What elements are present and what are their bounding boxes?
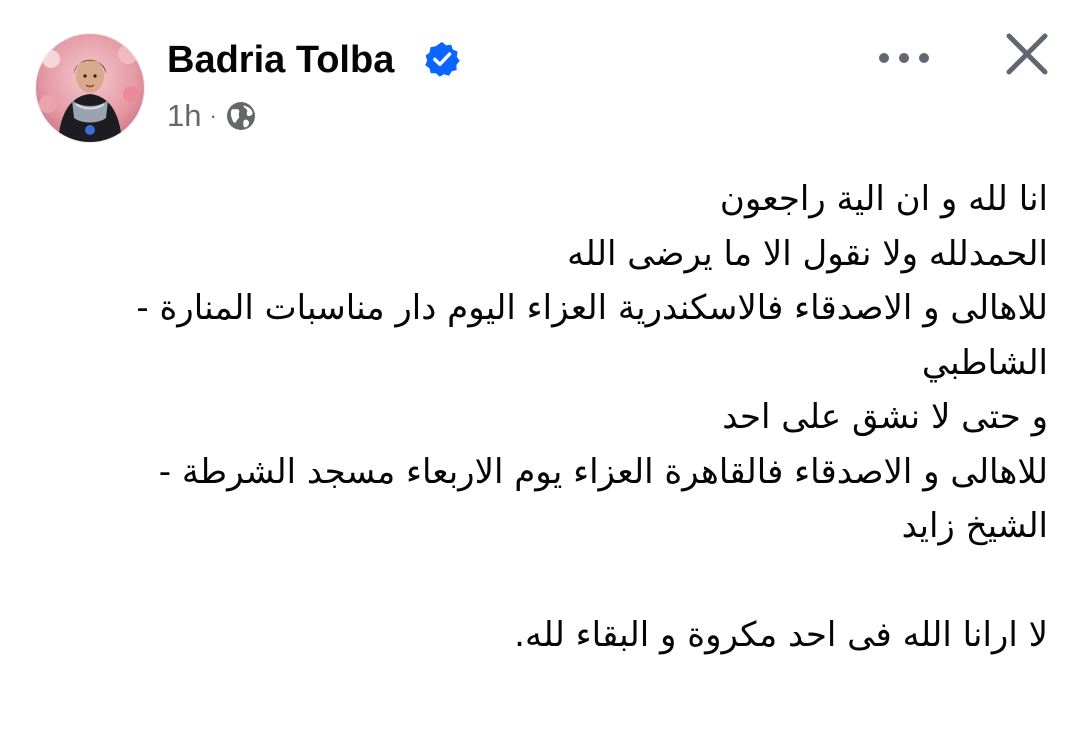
post-blank-line bbox=[40, 554, 1048, 609]
post-time[interactable]: 1h bbox=[167, 98, 201, 134]
avatar-image bbox=[36, 34, 144, 142]
post-meta: 1h · bbox=[167, 94, 257, 138]
post-line: و حتى لا نشق على احد bbox=[722, 397, 1048, 437]
close-button[interactable] bbox=[995, 22, 1059, 86]
more-options-icon bbox=[879, 53, 929, 63]
post-text: انا لله و ان الية راجعون الحمدلله ولا نق… bbox=[40, 172, 1048, 663]
meta-separator: · bbox=[209, 103, 217, 128]
post-line: الشاطبي bbox=[921, 342, 1048, 383]
post-line: انا لله و ان الية راجعون bbox=[719, 179, 1048, 219]
globe-icon[interactable] bbox=[225, 100, 257, 132]
post-line: لا ارانا الله فى احد مكروة و البقاء لله. bbox=[514, 615, 1048, 655]
post-header: Badria Tolba 1h · bbox=[0, 0, 1080, 160]
author-avatar[interactable] bbox=[36, 34, 144, 142]
post-line: الحمدلله ولا نقول الا ما يرضى الله bbox=[567, 233, 1048, 274]
close-icon bbox=[1006, 33, 1048, 75]
author-name[interactable]: Badria Tolba bbox=[167, 34, 394, 86]
post-line: الشيخ زايد bbox=[901, 506, 1048, 546]
more-options-button[interactable] bbox=[868, 30, 940, 86]
verified-badge-icon bbox=[425, 41, 460, 77]
post-line: للاهالى و الاصدقاء فالاسكندرية العزاء ال… bbox=[136, 288, 1048, 328]
post-line: للاهالى و الاصدقاء فالقاهرة العزاء يوم ا… bbox=[158, 451, 1048, 492]
